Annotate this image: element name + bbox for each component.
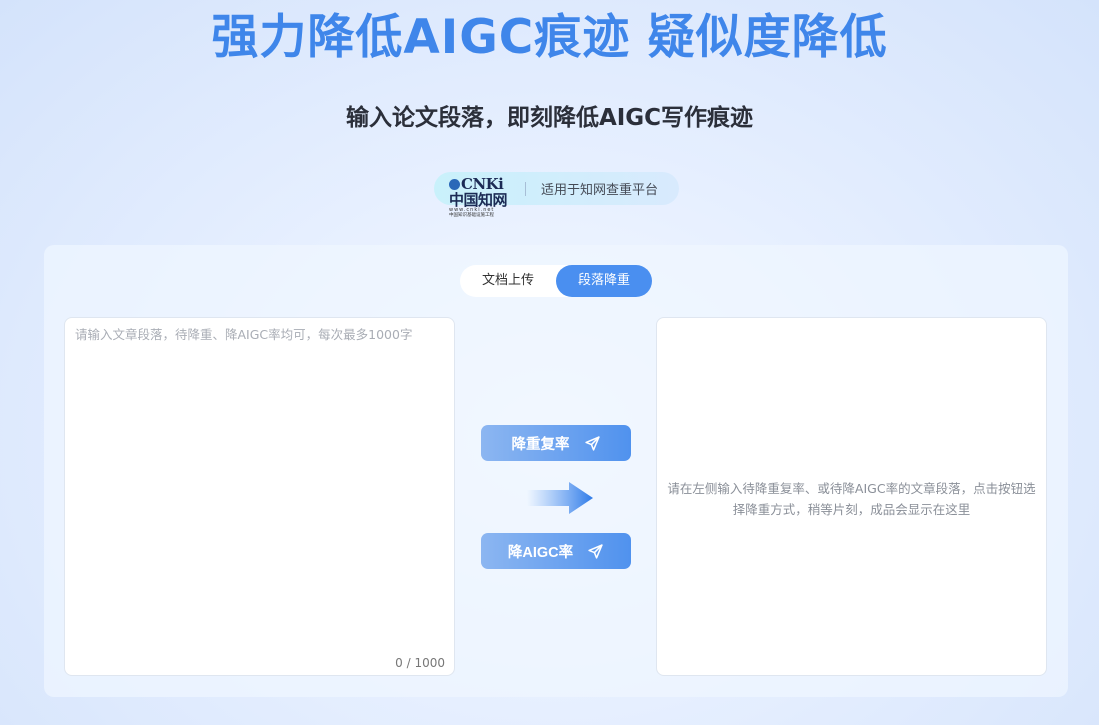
reduce-duplication-label: 降重复率 (511, 436, 570, 453)
cnki-logo-line: 中国知识基础设施工程 (449, 212, 494, 218)
reduce-duplication-button[interactable]: 降重复率 (481, 425, 631, 461)
page-title: 强力降低AIGC痕迹 疑似度降低 (211, 10, 888, 65)
send-icon (584, 435, 600, 451)
output-panel: 请在左侧输入待降重复率、或待降AIGC率的文章段落，点击按钮选择降重方式，稍等片… (656, 317, 1047, 676)
platform-badge: CNKi中国知网 www.cnki.net 中国知识基础设施工程 适用于知网查重… (434, 172, 679, 218)
right-arrow-icon (527, 482, 593, 514)
cnki-logo: CNKi中国知网 www.cnki.net 中国知识基础设施工程 (449, 176, 511, 218)
page-subtitle: 输入论文段落，即刻降低AIGC写作痕迹 (345, 105, 754, 131)
char-counter: 0 / 1000 (395, 656, 445, 670)
tab-document-upload[interactable]: 文档上传 (460, 265, 556, 297)
send-icon (588, 543, 603, 559)
pill-divider (525, 181, 526, 196)
output-hint: 请在左侧输入待降重复率、或待降AIGC率的文章段落，点击按钮选择降重方式，稍等片… (667, 480, 1036, 517)
paragraph-input[interactable] (65, 318, 454, 648)
reduce-aigc-label: 降AIGC率 (507, 544, 574, 561)
input-panel: 0 / 1000 (64, 317, 455, 676)
reduce-aigc-button[interactable]: 降AIGC率 (481, 533, 631, 569)
tab-paragraph-rewrite[interactable]: 段落降重 (556, 265, 652, 297)
mode-tabs: 文档上传 段落降重 (460, 265, 652, 297)
platform-text: 适用于知网查重平台 (541, 183, 659, 198)
